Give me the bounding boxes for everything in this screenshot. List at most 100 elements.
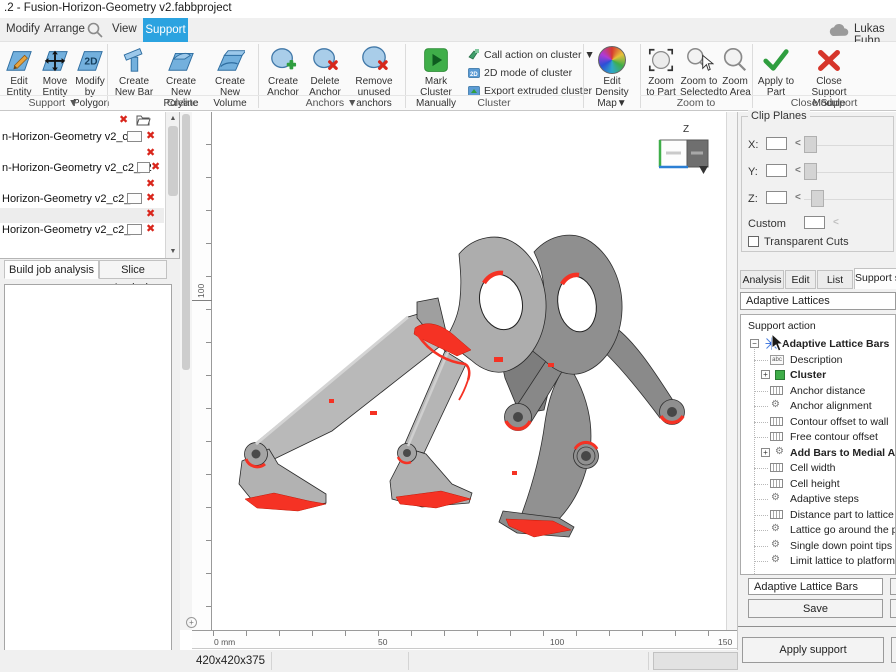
clip-x-arrow[interactable]: < [795,138,801,149]
model-3d[interactable]: Z [212,112,726,630]
group-label-anchors[interactable]: Anchors ▼ [258,95,405,109]
tab-edit[interactable]: Edit [785,270,816,289]
delete-part-icon[interactable]: ✖ [146,148,155,159]
clip-z-handle[interactable] [811,190,824,207]
tab-slice-analysis[interactable]: Slice Analysis [99,260,167,279]
count-box[interactable] [127,193,142,204]
tree-node[interactable]: Free contour offset [741,430,896,445]
clip-z-value[interactable] [766,191,787,204]
save-button-sliver[interactable] [890,599,896,618]
support-action-tree: Support action − Adaptive Lattice Bars a… [740,314,896,575]
call-action-on-cluster-item[interactable]: Call action on cluster ▼ [468,48,595,64]
clip-custom-arrow[interactable]: < [833,217,839,228]
part-list-subitem[interactable]: ✖ [0,208,164,223]
close-icon [798,44,860,76]
scroll-down-icon[interactable]: ▼ [166,248,180,255]
apply-support-button[interactable]: Apply support [742,637,884,663]
clip-y-value[interactable] [766,164,787,177]
tree-node[interactable]: ⚙ Anchor alignment [741,399,896,414]
tree-node[interactable]: ⚙ Single down point tips [741,539,896,554]
create-anchor-button[interactable]: Create Anchor [262,44,304,98]
status-button[interactable] [653,652,738,670]
support-type-dropdown[interactable]: Adaptive Lattices [740,292,896,310]
save-button[interactable]: Save [748,599,883,618]
transparent-cuts-checkbox[interactable] [748,236,759,247]
tree-node[interactable]: Cell width [741,461,896,476]
scrollbar-thumb[interactable] [182,114,190,370]
clip-y-arrow[interactable]: < [795,165,801,176]
tree-node[interactable]: + Cluster [741,368,896,383]
zoom-to-selected-button[interactable]: Zoom to Selected [680,44,718,98]
delete-anchor-button[interactable]: Delete Anchor [305,44,345,98]
search-icon[interactable] [86,21,104,44]
part-list-item[interactable]: n-Horizon-Geometry v2_c2 ✖ [0,130,164,145]
scrollbar-thumb[interactable] [168,126,178,196]
viewport-canvas[interactable]: Z + [212,112,726,630]
tab-analysis[interactable]: Analysis [740,270,784,289]
preset-field-sliver[interactable] [890,578,896,595]
tree-node[interactable]: + ⚙ Add Bars to Medial Axis [741,446,896,461]
tree-node[interactable]: Contour offset to wall [741,415,896,430]
tab-list[interactable]: List [817,270,853,289]
group-label-support[interactable]: Support ▼ [0,95,107,109]
gear-icon: ⚙ [771,523,780,534]
tree-node[interactable]: Anchor distance [741,384,896,399]
viewport-right-splitter[interactable] [726,112,737,630]
part-list-item[interactable]: Horizon-Geometry v2_c2_c3 ✖ [0,192,164,207]
tree-node[interactable]: abc Description [741,353,896,368]
count-box[interactable] [127,224,142,235]
part-list-item[interactable]: n-Horizon-Geometry v2_c2_c2 ✖ [0,161,164,176]
2d-mode-of-cluster-item[interactable]: 2D2D mode of cluster [468,66,572,82]
tab-build-job-analysis[interactable]: Build job analysis [4,260,99,279]
tree-node[interactable]: ⚙ Lattice go around the part [741,523,896,538]
part-list-item[interactable]: Horizon-Geometry v2_c2_c4 ✖ [0,223,164,238]
delete-part-icon[interactable]: ✖ [146,131,155,142]
menu-view[interactable]: View [112,23,137,35]
zoom-to-part-button[interactable]: Zoom to Part [644,44,678,98]
parts-list-scrollbar[interactable]: ▲ ▼ [165,112,179,258]
collapse-icon[interactable]: − [750,339,759,348]
tree-node-root[interactable]: − Adaptive Lattice Bars [741,337,896,352]
viewport-corner-widget[interactable]: + [186,617,197,628]
edit-entity-button[interactable]: Edit Entity [1,44,37,98]
expand-icon[interactable]: + [761,448,770,457]
menu-modify[interactable]: Modify [6,23,40,35]
tab-support[interactable]: Support [143,18,188,42]
clip-y-slider[interactable] [804,172,893,173]
clip-z-arrow[interactable]: < [795,192,801,203]
scroll-up-icon[interactable]: ▲ [166,115,180,122]
create-new-bar-button[interactable]: Create New Bar [112,44,156,98]
clip-custom-value[interactable] [804,216,825,229]
apply-to-part-button[interactable]: Apply to Part [756,44,796,98]
part-list-subitem[interactable]: ✖ [0,178,164,193]
part-list-subitem[interactable]: ✖ [0,147,164,162]
delete-part-icon[interactable]: ✖ [151,162,160,173]
clip-x-value[interactable] [766,137,787,150]
delete-part-icon[interactable]: ✖ [146,209,155,220]
tree-node[interactable]: ⚙ Limit lattice to platform [741,554,896,569]
orientation-cube[interactable]: Z [659,124,708,174]
count-box[interactable] [137,162,150,173]
delete-part-icon[interactable]: ✖ [146,224,155,235]
clip-x-slider[interactable] [804,145,893,146]
tab-support-scheme[interactable]: Support sc [854,268,896,289]
delete-part-icon[interactable]: ✖ [146,193,155,204]
clip-y-handle[interactable] [804,163,817,180]
clip-x-handle[interactable] [804,136,817,153]
apply-button-sliver[interactable] [891,637,896,663]
edit-density-map-button[interactable]: Edit Density Map▼ [586,44,638,109]
expand-icon[interactable]: + [761,370,770,379]
move-entity-button[interactable]: Move Entity [38,44,72,98]
tree-node[interactable]: Distance part to lattice [741,508,896,523]
menu-arrange[interactable]: Arrange [44,23,85,35]
zoom-to-area-button[interactable]: Zoom to Area [719,44,751,98]
divider [738,626,896,627]
count-box[interactable] [127,131,142,142]
tree-node[interactable]: ⚙ Adaptive steps [741,492,896,507]
tree-node[interactable]: Cell height [741,477,896,492]
open-folder-icon[interactable] [136,113,151,131]
delete-part-icon[interactable]: ✖ [146,179,155,190]
delete-all-icon[interactable]: ✖ [119,115,128,126]
preset-name-field[interactable]: Adaptive Lattice Bars [748,578,883,595]
viewport-left-scrollbar[interactable] [180,112,192,630]
